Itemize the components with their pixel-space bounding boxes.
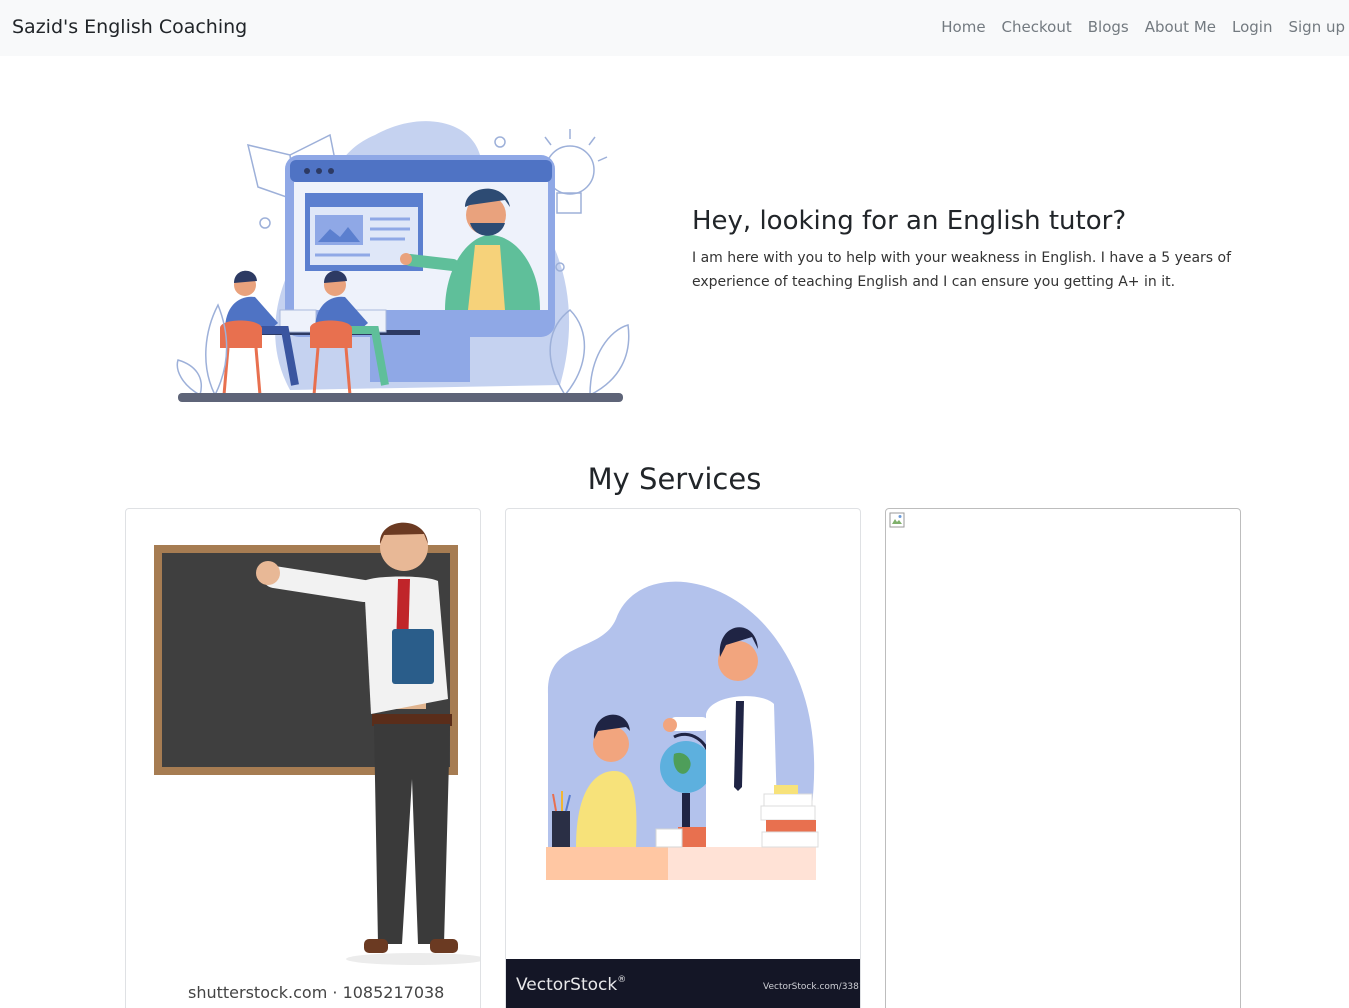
navbar: Sazid's English Coaching Home Checkout B… xyxy=(0,0,1349,56)
hero-illustration xyxy=(170,115,640,410)
teacher-at-blackboard-image xyxy=(154,522,480,965)
service-card-3[interactable] xyxy=(885,508,1241,1008)
vectorstock-brand: VectorStock® xyxy=(516,975,626,995)
navbar-brand[interactable]: Sazid's English Coaching xyxy=(12,16,247,38)
nav-links: Home Checkout Blogs About Me Login Sign … xyxy=(925,18,1345,36)
vectorstock-watermark: VectorStock.com/33819739 xyxy=(763,982,860,992)
nav-link-home[interactable]: Home xyxy=(941,18,985,36)
nav-link-blogs[interactable]: Blogs xyxy=(1088,18,1129,36)
nav-link-sign-up[interactable]: Sign up xyxy=(1288,18,1345,36)
teacher-with-student-image xyxy=(506,581,860,1008)
nav-link-about-me[interactable]: About Me xyxy=(1145,18,1216,36)
nav-link-login[interactable]: Login xyxy=(1232,18,1272,36)
service-card-2[interactable]: VectorStock® VectorStock.com/33819739 xyxy=(505,508,861,1008)
hero-text: Hey, looking for an English tutor? I am … xyxy=(692,206,1252,294)
services-title: My Services xyxy=(587,462,762,496)
broken-image-icon xyxy=(889,512,905,528)
vectorstock-registered-mark: ® xyxy=(617,975,627,985)
hero-title: Hey, looking for an English tutor? xyxy=(692,206,1127,236)
hero-description: I am here with you to help with your wea… xyxy=(692,250,1232,290)
service-card-1[interactable]: shutterstock.com · 1085217038 xyxy=(125,508,481,1008)
vectorstock-brand-name: VectorStock xyxy=(516,975,618,995)
shutterstock-watermark: shutterstock.com · 1085217038 xyxy=(188,983,445,1002)
nav-link-checkout[interactable]: Checkout xyxy=(1002,18,1072,36)
